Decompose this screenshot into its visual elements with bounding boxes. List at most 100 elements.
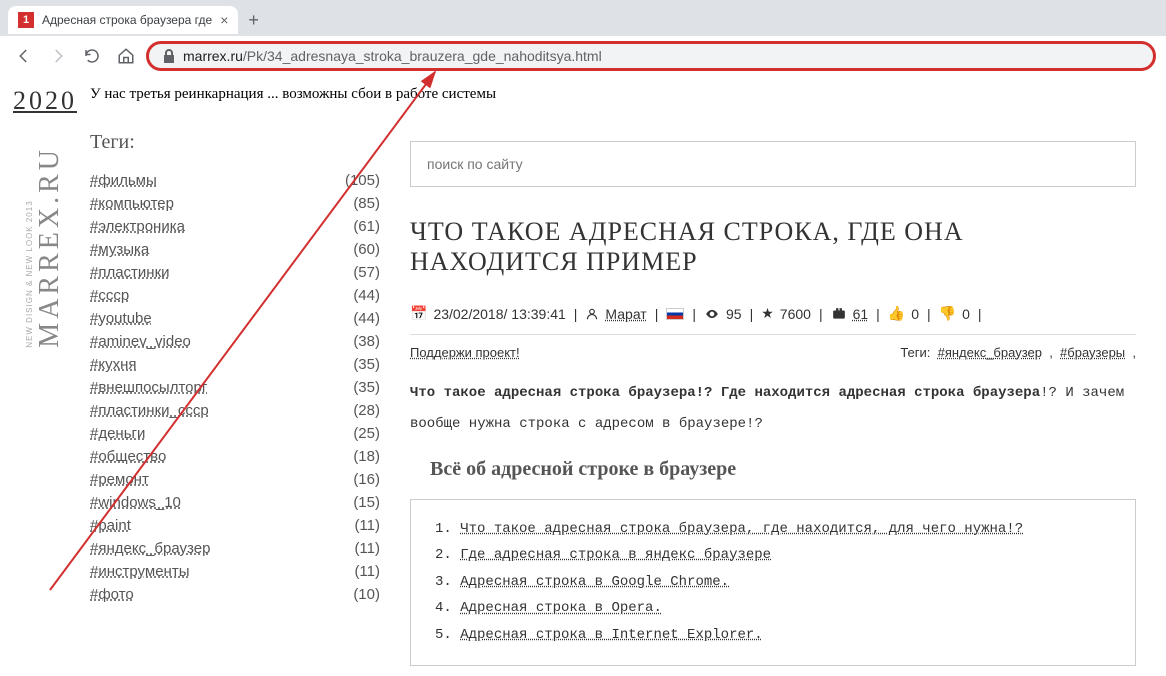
article-tag-1[interactable]: #яндекс_браузер — [938, 345, 1042, 360]
tag-row: #ремонт(16) — [90, 468, 380, 491]
tag-row: #кухня (35) — [90, 353, 380, 376]
tag-link[interactable]: #youtube — [90, 310, 152, 327]
article-meta: 📅 23/02/2018/ 13:39:41 | Марат | | 95 | — [410, 305, 1136, 335]
browser-tab[interactable]: 1 Адресная строка браузера где × — [8, 6, 238, 34]
tab-title: Адресная строка браузера где — [42, 13, 212, 27]
url-bar-wrap: marrex.ru/Pk/34_adresnaya_stroka_brauzer… — [146, 41, 1156, 71]
tag-link[interactable]: #компьютер — [90, 195, 174, 212]
reload-icon — [83, 47, 101, 65]
tag-link[interactable]: #пластинки — [90, 264, 170, 281]
tag-link[interactable]: #windows_10 — [90, 494, 181, 511]
tag-row: #общество (18) — [90, 445, 380, 468]
tag-count: (35) — [353, 356, 380, 373]
support-link[interactable]: Поддержи проект! — [410, 345, 520, 360]
thumbs-up-icon[interactable]: 👍 — [888, 305, 905, 322]
close-icon[interactable]: × — [220, 12, 228, 28]
toc-link[interactable]: Что такое адресная строка браузера, где … — [460, 521, 1023, 537]
reload-button[interactable] — [78, 42, 106, 70]
tag-link[interactable]: #электроника — [90, 218, 185, 235]
tag-link[interactable]: #пластинки_ссср — [90, 402, 209, 419]
logo-column: 2020 MARREX.RU NEW DISIGN & NEW LOOK 201… — [0, 76, 90, 655]
toc-box: Что такое адресная строка браузера, где … — [410, 499, 1136, 666]
likes-count: 0 — [911, 306, 919, 322]
url-text: marrex.ru/Pk/34_adresnaya_stroka_brauzer… — [183, 48, 1139, 64]
page-content: 2020 MARREX.RU NEW DISIGN & NEW LOOK 201… — [0, 76, 1166, 655]
video-icon — [831, 307, 847, 321]
toc-list: Что такое адресная строка браузера, где … — [435, 516, 1111, 649]
tag-link[interactable]: #фото — [90, 586, 134, 603]
tag-row: #windows_10(15) — [90, 491, 380, 514]
arrow-right-icon — [49, 47, 67, 65]
tag-count: (11) — [354, 517, 380, 534]
tag-row: #фото (10) — [90, 583, 380, 606]
article-intro: Что такое адресная строка браузера!? Где… — [410, 378, 1136, 440]
year-badge: 2020 — [13, 86, 77, 116]
tag-row: #youtube (44) — [90, 307, 380, 330]
tab-favicon: 1 — [18, 12, 34, 28]
toc-link[interactable]: Где адресная строка в яндекс браузере — [460, 547, 771, 563]
toc-item: Что такое адресная строка браузера, где … — [435, 516, 1111, 543]
thumbs-down-icon[interactable]: 👎 — [939, 305, 956, 322]
search-input[interactable] — [427, 156, 1119, 172]
video-count[interactable]: 61 — [853, 306, 869, 322]
tag-row: #внешпосылторг (35) — [90, 376, 380, 399]
star-icon: ★ — [761, 305, 774, 322]
tag-count: (105) — [345, 172, 380, 189]
sub-meta: Поддержи проект! Теги: #яндекс_браузер ,… — [410, 345, 1136, 360]
tag-count: (57) — [353, 264, 380, 281]
sidebar: Теги: #фильмы(105)#компьютер(85)#электро… — [90, 121, 400, 676]
site-tagline: NEW DISIGN & NEW LOOK 2013 — [25, 146, 34, 348]
tag-link[interactable]: #общество — [90, 448, 166, 465]
tag-row: #фильмы (105) — [90, 169, 380, 192]
toc-item: Адресная строка в Opera. — [435, 595, 1111, 622]
tag-count: (10) — [353, 586, 380, 603]
tag-count: (60) — [353, 241, 380, 258]
home-button[interactable] — [112, 42, 140, 70]
article-author[interactable]: Марат — [605, 306, 646, 322]
new-tab-button[interactable]: + — [248, 10, 259, 31]
toc-link[interactable]: Адресная строка в Opera. — [460, 600, 662, 616]
tag-count: (44) — [353, 310, 380, 327]
tag-link[interactable]: #инструменты — [90, 563, 189, 580]
tag-list: #фильмы (105) #компьютер (85) #электроника (6… — [90, 169, 380, 606]
back-button[interactable] — [10, 42, 38, 70]
toc-link[interactable]: Адресная строка в Google Chrome. — [460, 574, 729, 590]
tag-count: (18) — [353, 448, 380, 465]
tag-row: #пластинки (57) — [90, 261, 380, 284]
tag-link[interactable]: #музыка — [90, 241, 149, 258]
toc-link[interactable]: Адресная строка в Internet Explorer. — [460, 627, 762, 643]
tag-link[interactable]: #ссср — [90, 287, 129, 304]
tag-link[interactable]: #ремонт — [90, 471, 149, 488]
user-icon — [585, 307, 599, 321]
tag-count: (44) — [353, 287, 380, 304]
tag-link[interactable]: #яндекс_браузер — [90, 540, 210, 557]
tag-count: (11) — [354, 563, 380, 580]
tag-count: (25) — [353, 425, 380, 442]
article-tags: Теги: #яндекс_браузер , #браузеры , — [900, 345, 1136, 360]
flag-ru-icon — [666, 308, 684, 320]
tag-row: #музыка (60) — [90, 238, 380, 261]
tag-row: #инструменты (11) — [90, 560, 380, 583]
site-notice: У нас третья реинкарнация ... возможны с… — [90, 76, 1166, 103]
address-bar[interactable]: marrex.ru/Pk/34_adresnaya_stroka_brauzer… — [146, 41, 1156, 71]
tag-link[interactable]: #деньги — [90, 425, 145, 442]
forward-button[interactable] — [44, 42, 72, 70]
tag-count: (38) — [353, 333, 380, 350]
dislikes-count: 0 — [962, 306, 970, 322]
site-logo[interactable]: MARREX.RU — [34, 146, 66, 348]
tag-count: (35) — [353, 379, 380, 396]
tag-link[interactable]: #paint — [90, 517, 131, 534]
tag-count: (85) — [353, 195, 380, 212]
tab-bar: 1 Адресная строка браузера где × + — [0, 0, 1166, 36]
tag-link[interactable]: #кухня — [90, 356, 136, 373]
home-icon — [117, 47, 135, 65]
section-heading: Всё об адресной строке в браузере — [430, 458, 1136, 481]
tag-link[interactable]: #aminev_video — [90, 333, 191, 350]
tag-row: #ссср (44) — [90, 284, 380, 307]
browser-chrome: 1 Адресная строка браузера где × + marre… — [0, 0, 1166, 76]
article-tag-2[interactable]: #браузеры — [1060, 345, 1125, 360]
main-content: ЧТО ТАКОЕ АДРЕСНАЯ СТРОКА, ГДЕ ОНА НАХОД… — [400, 121, 1166, 676]
eye-icon — [704, 307, 720, 321]
tag-link[interactable]: #фильмы — [90, 172, 157, 189]
tag-link[interactable]: #внешпосылторг — [90, 379, 207, 396]
